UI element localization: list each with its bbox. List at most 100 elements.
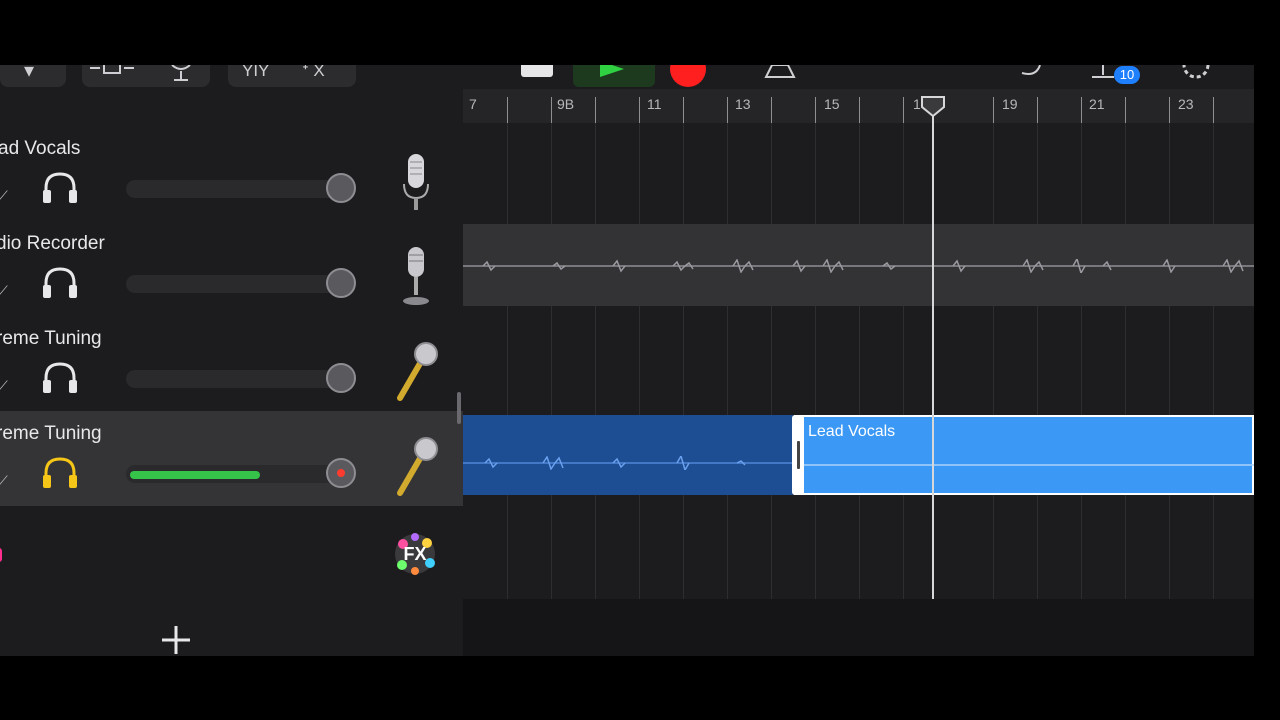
track-header-4[interactable]: reme Tuning ⟋ xyxy=(0,411,463,506)
grid-line xyxy=(595,123,596,599)
grid-line xyxy=(771,123,772,599)
grid-line xyxy=(1169,123,1170,599)
track-list-scrollbar[interactable] xyxy=(457,392,461,424)
lead-vocals-region[interactable]: Lead Vocals xyxy=(794,415,1254,495)
track-headers-panel: ad Vocals ⟋ dio Recorder ⟋ reme Tuning ⟋… xyxy=(0,89,463,656)
track-name: reme Tuning xyxy=(0,328,102,349)
timeline-area[interactable]: 7 9B 11 13 15 17 19 21 23 Lead Vocals xyxy=(463,89,1254,656)
ruler-tick xyxy=(639,97,640,123)
level-meter xyxy=(130,471,260,479)
ruler-label: 11 xyxy=(647,96,662,112)
ruler-tick xyxy=(815,97,816,123)
mixer-icon[interactable]: ΥΙΥ xyxy=(242,65,269,81)
grid-line xyxy=(1037,123,1038,599)
track-header-2[interactable]: dio Recorder ⟋ xyxy=(0,221,463,316)
playhead-line[interactable] xyxy=(932,103,934,599)
add-track-button[interactable] xyxy=(158,622,194,658)
volume-slider[interactable] xyxy=(126,370,342,388)
headphones-active-icon[interactable] xyxy=(40,455,80,491)
waveform xyxy=(463,259,1254,273)
notification-badge: 10 xyxy=(1114,66,1140,84)
studio-mic-icon xyxy=(403,247,429,305)
mixer-fx-group[interactable]: ΥΙΥ ᐩ X xyxy=(228,65,356,87)
ruler-tick xyxy=(595,97,596,123)
toolbar: ▾ ΥΙΥ ᐩ X xyxy=(0,65,1254,89)
mute-icon[interactable]: ⟋ xyxy=(0,188,8,205)
mute-icon[interactable]: ⟋ xyxy=(0,473,8,490)
garageband-window: ▾ ΥΙΥ ᐩ X 10 ad Vocals ⟋ dio Recorder ⟋ … xyxy=(0,0,1280,720)
ruler-label: 19 xyxy=(1002,96,1018,112)
mute-icon[interactable]: ⟋ xyxy=(0,378,8,395)
grid-line xyxy=(727,123,728,599)
gold-mic-icon xyxy=(397,342,438,401)
grid-line xyxy=(859,123,860,599)
ruler-tick xyxy=(859,97,860,123)
ruler-tick xyxy=(1125,97,1126,123)
track-name: reme Tuning xyxy=(0,423,102,444)
ruler-tick xyxy=(1169,97,1170,123)
ruler-label: 21 xyxy=(1089,96,1105,112)
ruler-tick xyxy=(1081,97,1082,123)
headphones-icon[interactable] xyxy=(40,265,80,301)
grid-line xyxy=(1125,123,1126,599)
ruler-label: 23 xyxy=(1178,96,1194,112)
grid-line xyxy=(507,123,508,599)
chevron-down-icon: ▾ xyxy=(24,65,35,82)
record-button[interactable] xyxy=(670,65,706,87)
fx-toolbar-icon[interactable]: ᐩ X xyxy=(302,65,325,81)
headphones-icon[interactable] xyxy=(40,360,80,396)
ruler-tick xyxy=(727,97,728,123)
view-toggle-group[interactable] xyxy=(82,65,210,87)
volume-slider[interactable] xyxy=(126,180,342,198)
fx-label: FX xyxy=(403,544,427,564)
ruler-tick xyxy=(683,97,684,123)
tracks-view-icon[interactable] xyxy=(88,65,138,77)
waveform xyxy=(804,464,1254,466)
stop-button[interactable] xyxy=(521,65,553,77)
volume-slider[interactable] xyxy=(126,275,342,293)
track-name: dio Recorder xyxy=(0,233,105,254)
browser-mic-icon[interactable] xyxy=(168,65,194,83)
headphones-icon[interactable] xyxy=(40,170,80,206)
record-enable-icon[interactable] xyxy=(337,469,345,477)
letterbox-top xyxy=(0,0,1280,65)
grid-line xyxy=(993,123,994,599)
ruler-label: 15 xyxy=(824,96,840,112)
toolbar-menu-button[interactable]: ▾ xyxy=(0,65,66,87)
gold-mic-icon xyxy=(397,437,438,496)
track-name: ad Vocals xyxy=(0,138,81,159)
track-header-1[interactable]: ad Vocals ⟋ xyxy=(0,126,463,221)
ruler-tick xyxy=(1213,97,1214,123)
region-label: Lead Vocals xyxy=(808,423,896,440)
settings-gear-icon[interactable] xyxy=(1176,65,1216,81)
volume-knob[interactable] xyxy=(326,268,356,298)
trim-handle-grip xyxy=(797,441,800,469)
condenser-mic-icon xyxy=(403,154,429,210)
grid-line xyxy=(1213,123,1214,599)
undo-icon[interactable] xyxy=(1014,65,1044,79)
audio-region-previous[interactable] xyxy=(463,415,793,495)
grid-line xyxy=(903,123,904,599)
track-header-3[interactable]: reme Tuning ⟋ xyxy=(0,316,463,411)
ruler-label: 9B xyxy=(557,96,575,112)
mute-icon[interactable]: ⟋ xyxy=(0,283,8,300)
ruler-tick xyxy=(551,97,552,123)
grid-line xyxy=(683,123,684,599)
timeline-empty-area[interactable] xyxy=(463,599,1254,656)
grid-line xyxy=(815,123,816,599)
ruler-tick xyxy=(993,97,994,123)
ruler-label: 13 xyxy=(735,96,751,112)
grid-line xyxy=(1081,123,1082,599)
letterbox-right xyxy=(1254,0,1280,720)
ruler-label: 7 xyxy=(469,96,477,112)
ruler-tick xyxy=(507,97,508,123)
ruler-tick xyxy=(1037,97,1038,123)
metronome-icon[interactable] xyxy=(762,65,798,79)
playhead-handle[interactable] xyxy=(920,95,946,117)
volume-knob[interactable] xyxy=(326,173,356,203)
timeline-ruler[interactable]: 7 9B 11 13 15 17 19 21 23 xyxy=(463,89,1254,123)
ruler-tick xyxy=(771,97,772,123)
fx-icon[interactable]: FX xyxy=(388,529,442,579)
letterbox-bottom xyxy=(0,656,1280,720)
volume-knob[interactable] xyxy=(326,363,356,393)
